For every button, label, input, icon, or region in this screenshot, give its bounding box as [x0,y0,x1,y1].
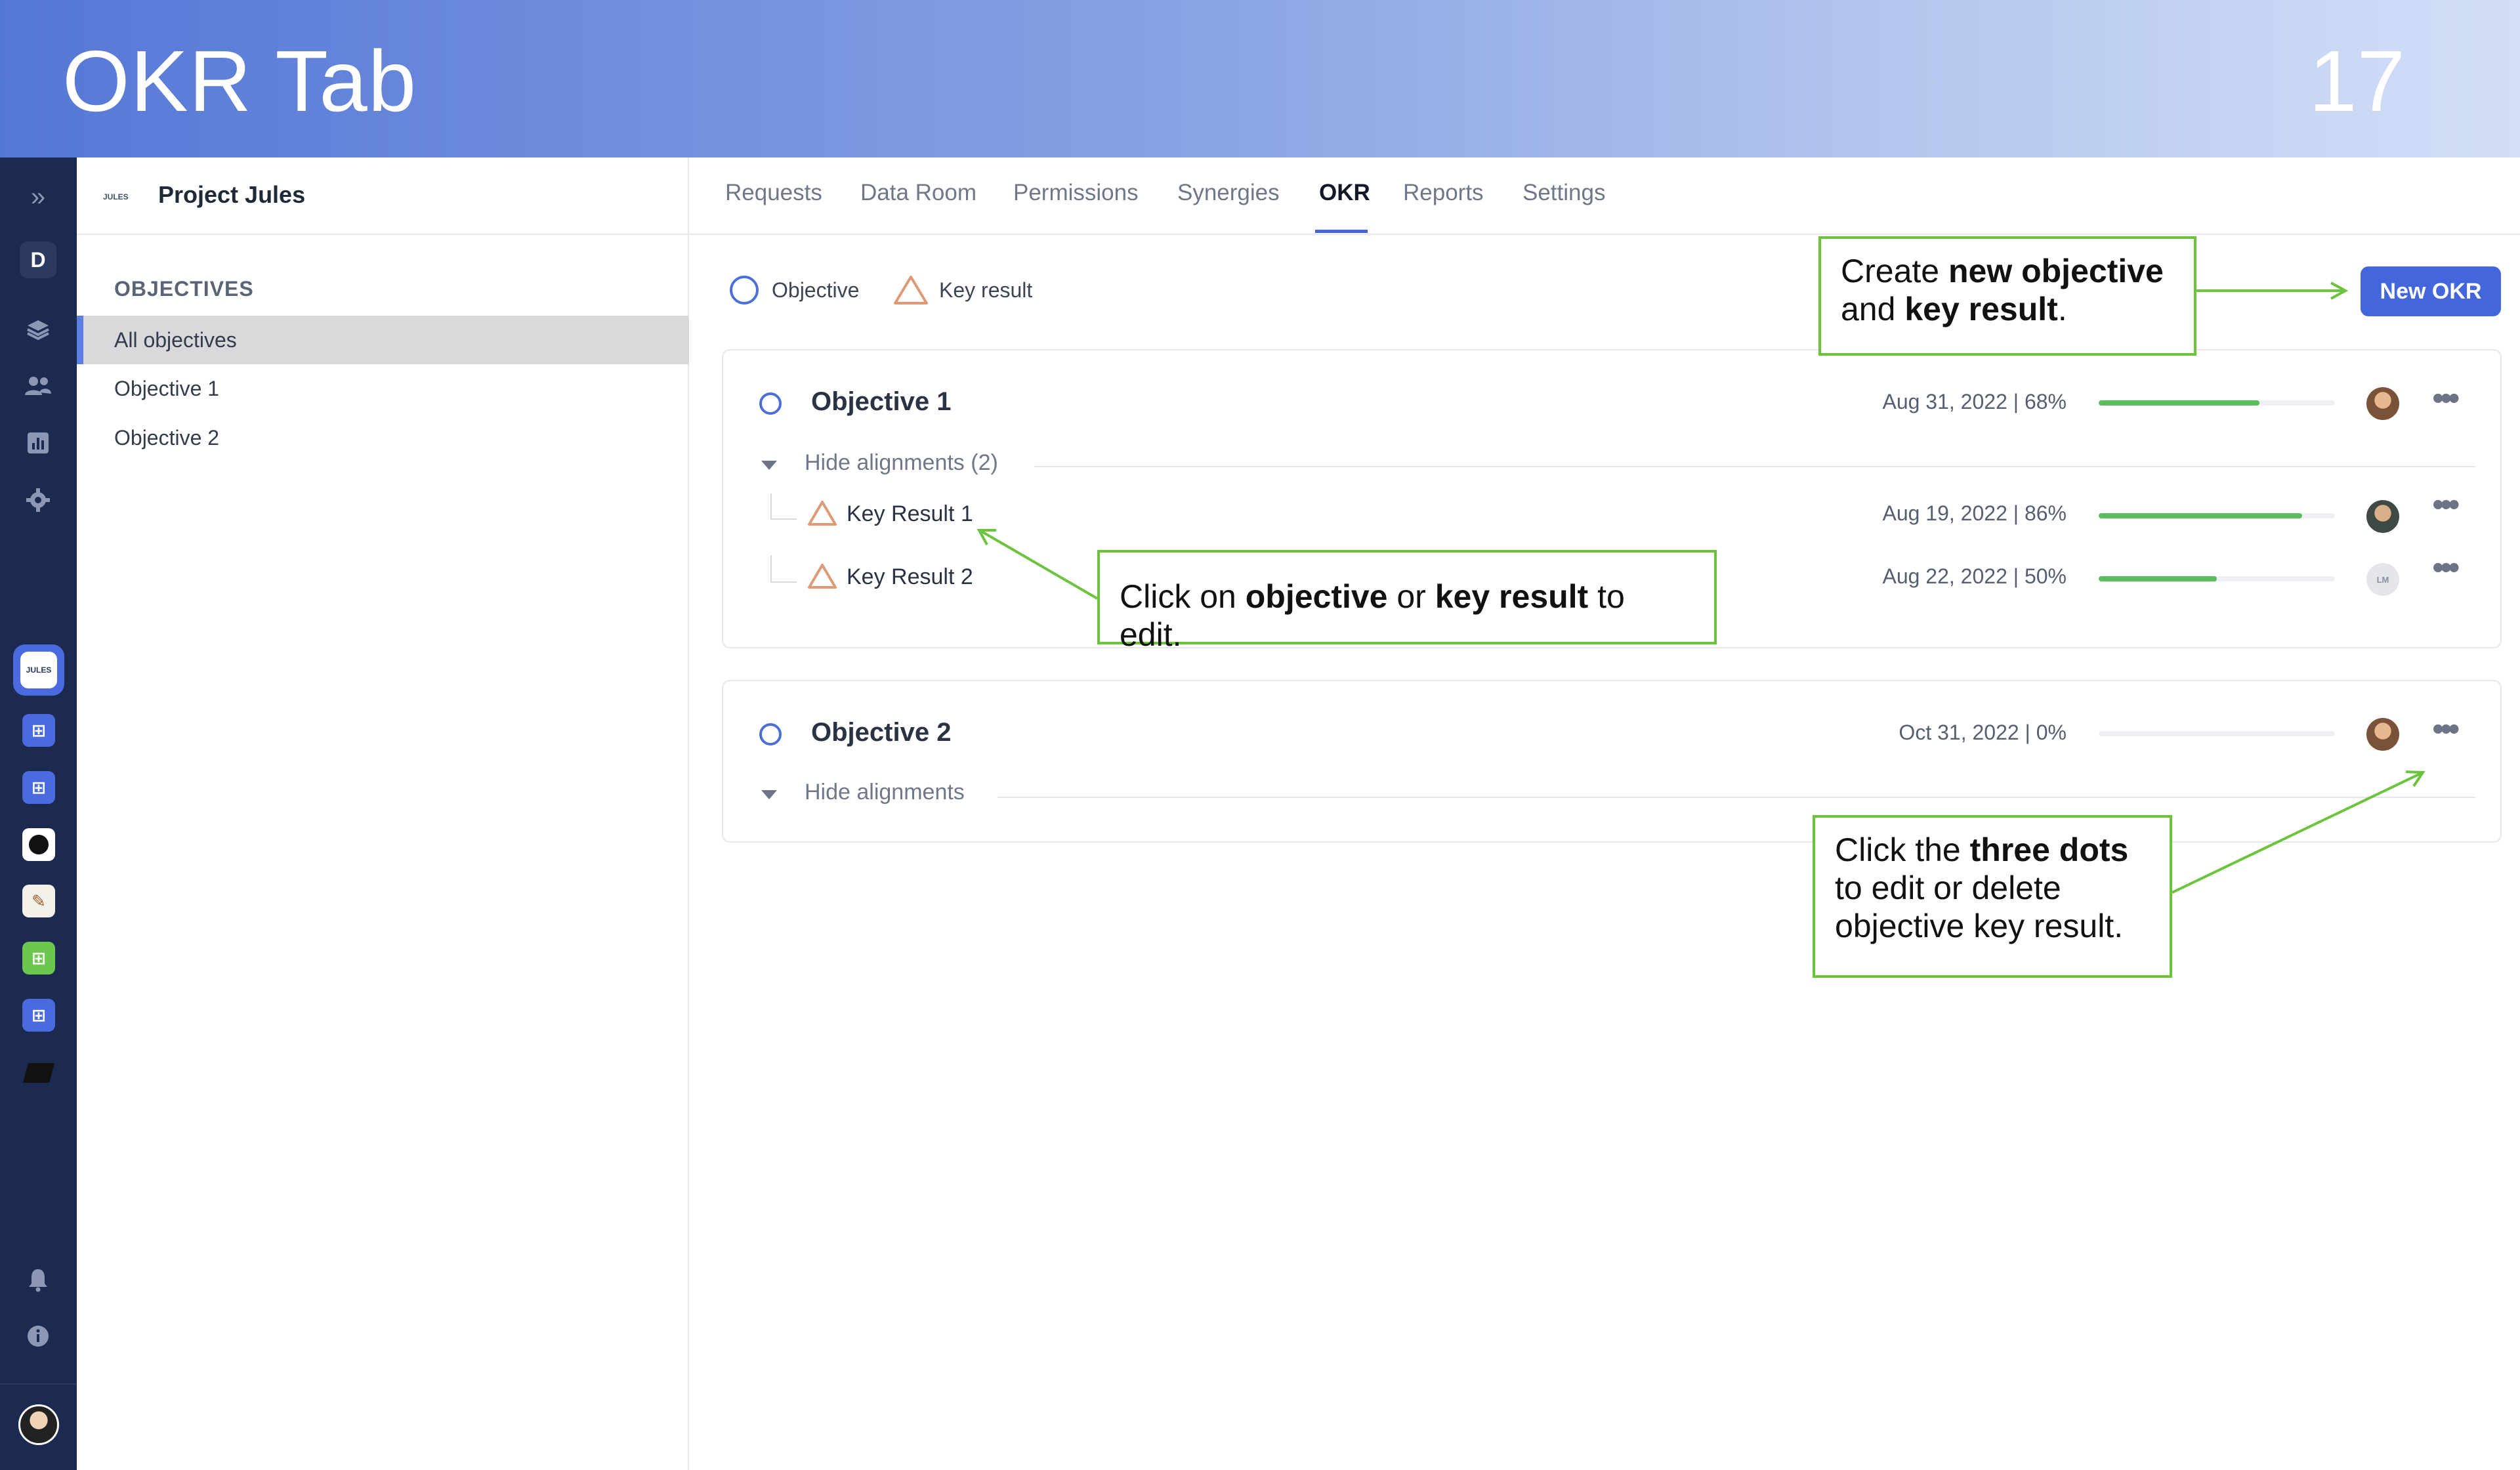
callout-arrows [976,282,2426,894]
